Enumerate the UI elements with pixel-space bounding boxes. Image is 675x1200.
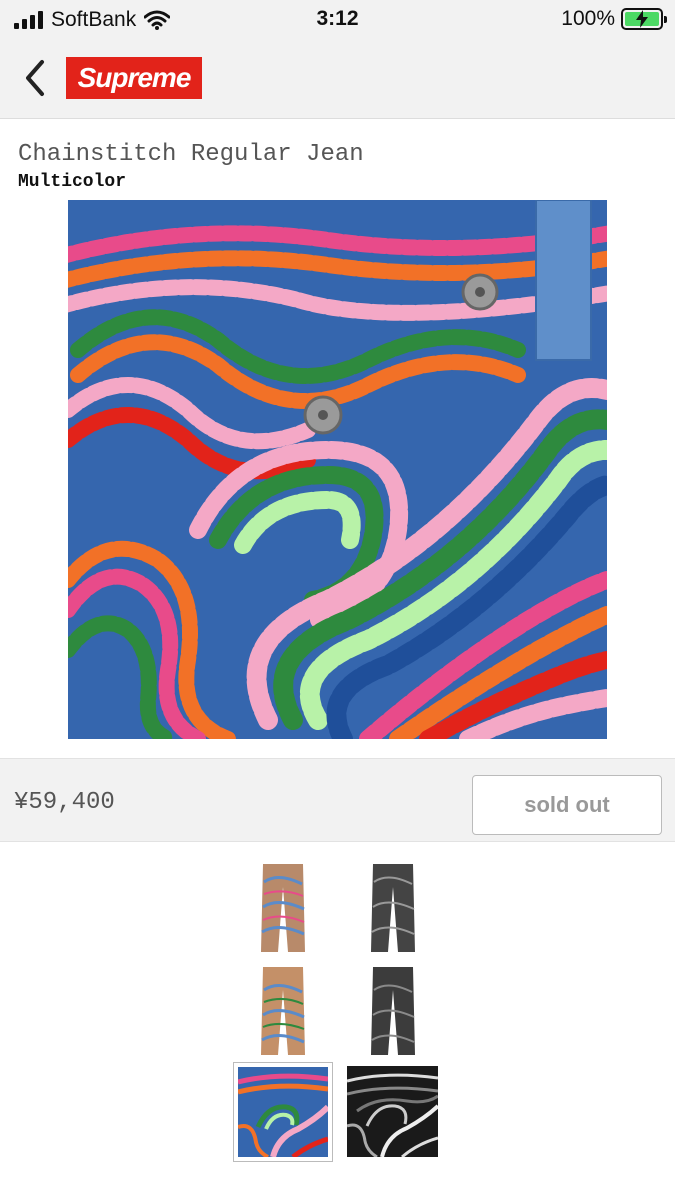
battery-percent: 100% <box>561 7 615 30</box>
thumbnail-black-back[interactable] <box>368 965 418 1057</box>
jeans-thumbnail-image <box>261 967 305 1055</box>
thumbnail-black-detail[interactable] <box>346 1066 440 1159</box>
nav-bar: Supreme <box>0 40 675 119</box>
bolt-icon <box>636 10 648 28</box>
detail-thumbnail-image <box>237 1067 331 1159</box>
sold-out-button[interactable]: sold out <box>472 775 662 835</box>
jeans-thumbnail-image <box>371 967 415 1055</box>
back-button[interactable] <box>18 56 54 100</box>
chevron-left-icon <box>26 60 44 96</box>
chainstitch-pattern-image <box>68 200 607 739</box>
status-right: 100% <box>561 7 667 31</box>
price-bar: ¥59,400 sold out <box>0 758 675 842</box>
battery-cap <box>664 16 667 23</box>
battery-charging-icon <box>621 8 667 30</box>
thumbnail-black-front[interactable] <box>368 862 418 954</box>
product-price: ¥59,400 <box>14 789 115 816</box>
product-title: Chainstitch Regular Jean <box>18 141 364 168</box>
product-image <box>68 200 607 739</box>
jeans-thumbnail-image <box>371 864 415 952</box>
thumbnail-multicolor-back[interactable] <box>258 965 308 1057</box>
detail-thumbnail-image <box>346 1066 440 1159</box>
product-color: Multicolor <box>18 172 127 192</box>
thumbnail-multicolor-detail[interactable] <box>233 1062 333 1162</box>
jeans-thumbnail-image <box>261 864 305 952</box>
supreme-logo[interactable]: Supreme <box>66 57 202 99</box>
thumbnail-multicolor-front[interactable] <box>258 862 308 954</box>
status-bar: SoftBank 3:12 100% <box>0 0 675 40</box>
